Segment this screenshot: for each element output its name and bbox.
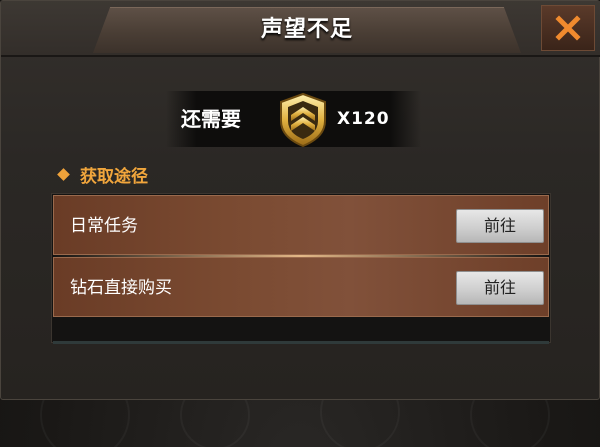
dialog-window: 声望不足 还需要 X120 获取途径 日常任务 前往 钻石直接购买 前往 bbox=[0, 0, 600, 400]
close-icon bbox=[555, 15, 581, 41]
diamond-bullet-icon bbox=[57, 167, 70, 181]
method-label: 日常任务 bbox=[70, 216, 138, 236]
method-label: 钻石直接购买 bbox=[70, 278, 172, 298]
section-title: 获取途径 bbox=[80, 166, 148, 187]
requirement-label: 还需要 bbox=[181, 107, 241, 131]
method-row-diamond-purchase: 钻石直接购买 前往 bbox=[53, 257, 549, 317]
dialog-titlebar: 声望不足 bbox=[1, 1, 600, 57]
close-button[interactable] bbox=[541, 5, 595, 51]
reputation-badge-icon bbox=[280, 92, 326, 148]
requirement-count: X120 bbox=[337, 109, 390, 129]
dialog-title: 声望不足 bbox=[260, 17, 353, 42]
section-header: 获取途径 bbox=[57, 161, 148, 187]
method-row-daily-tasks: 日常任务 前往 bbox=[53, 195, 549, 255]
go-button-diamond-purchase[interactable]: 前往 bbox=[456, 271, 544, 305]
go-button-daily-tasks[interactable]: 前往 bbox=[456, 209, 544, 243]
panel-bottom-edge bbox=[53, 341, 549, 344]
